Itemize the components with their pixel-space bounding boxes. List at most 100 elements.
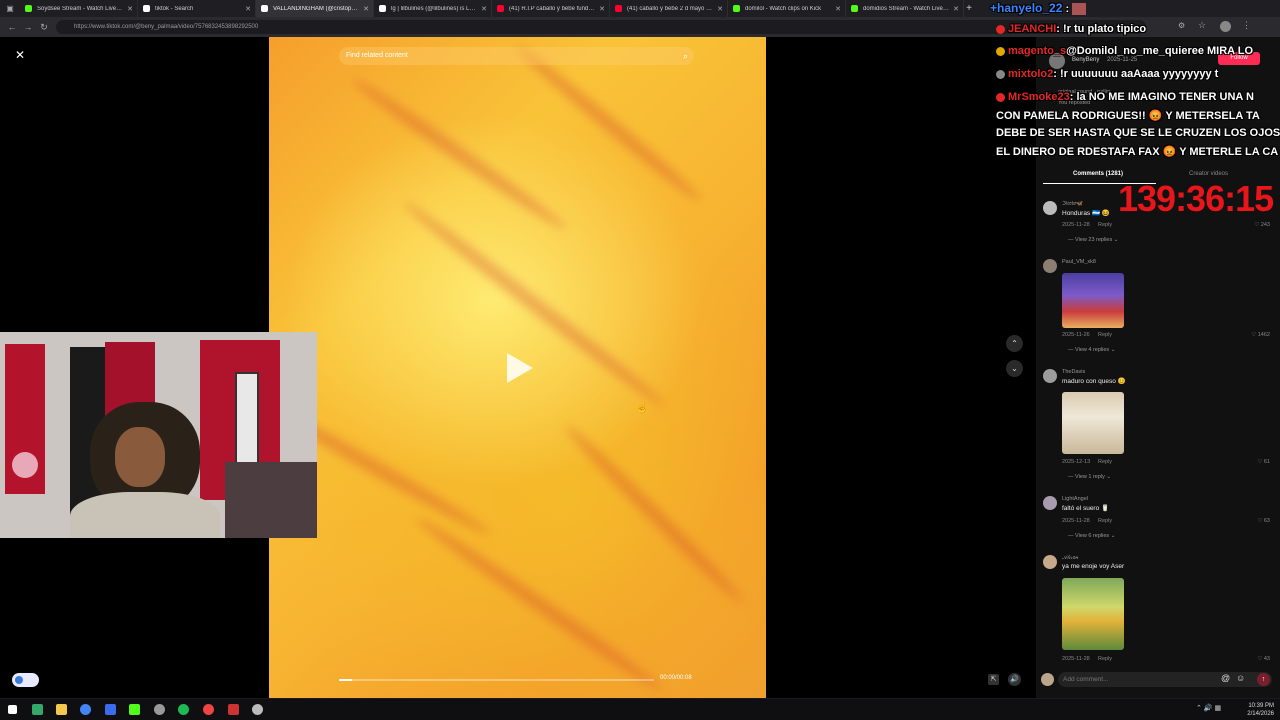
- start-icon[interactable]: [8, 705, 17, 714]
- url-field[interactable]: https://www.tiktok.com/@beny_palmaa/vide…: [56, 20, 1146, 34]
- taskbar-clock[interactable]: 10:39 PM 2/14/2026: [1247, 702, 1274, 718]
- tab-title: domilol - Watch clips on Kick: [745, 5, 822, 12]
- search-icon[interactable]: ⌕: [683, 47, 688, 65]
- browser-tab-active[interactable]: VALLANDINGHAM (@cristopher...) ✕: [256, 0, 374, 17]
- app-icon[interactable]: [228, 704, 239, 715]
- close-tab-icon[interactable]: ✕: [717, 5, 723, 13]
- browser-tab[interactable]: domidios Stream - Watch Live on ✕: [846, 0, 964, 17]
- comment-image[interactable]: [1062, 273, 1124, 328]
- app-icon[interactable]: [154, 704, 165, 715]
- scroll-top-icon[interactable]: ⇱: [988, 674, 999, 685]
- like-count-value: 61: [1263, 459, 1270, 465]
- close-tab-icon[interactable]: ✕: [953, 5, 959, 13]
- like-count[interactable]: ♡ 243: [1254, 222, 1270, 228]
- like-count[interactable]: ♡ 63: [1257, 518, 1270, 524]
- close-tab-icon[interactable]: ✕: [363, 5, 369, 13]
- avatar[interactable]: [1043, 496, 1057, 510]
- video-texture: [399, 196, 669, 412]
- close-tab-icon[interactable]: ✕: [127, 5, 133, 13]
- clock-time: 10:39 PM: [1248, 703, 1274, 709]
- autoscroll-toggle[interactable]: [12, 673, 39, 687]
- browser-tab[interactable]: tiktok - Search ✕: [138, 0, 256, 17]
- tray-icons[interactable]: ⌃ 🔊 ▦: [1196, 704, 1221, 712]
- send-icon[interactable]: ↑: [1257, 673, 1270, 686]
- tab-comments[interactable]: Comments (1281): [1073, 171, 1123, 177]
- video-texture: [512, 41, 706, 207]
- view-replies-link[interactable]: — View 4 replies ⌄: [1068, 347, 1115, 353]
- comment-image[interactable]: [1062, 392, 1124, 454]
- app-icon[interactable]: [252, 704, 263, 715]
- crown-badge-icon: [996, 46, 1005, 56]
- tiktok-icon: [379, 5, 386, 12]
- browser-tab[interactable]: lg | lilbulines (@lilbulines) is LIVE ✕: [374, 0, 492, 17]
- badge-icon: [996, 24, 1005, 34]
- view-replies-link[interactable]: — View 1 reply ⌄: [1068, 474, 1111, 480]
- app-icon[interactable]: [105, 704, 116, 715]
- comment-username[interactable]: Paul_VM_xk8: [1062, 259, 1096, 265]
- avatar[interactable]: [1043, 259, 1057, 273]
- reply-link[interactable]: Reply: [1098, 518, 1112, 524]
- reply-link[interactable]: Reply: [1098, 656, 1112, 662]
- view-replies-link[interactable]: — View 23 replies ⌄: [1068, 237, 1118, 243]
- comment-image[interactable]: [1062, 578, 1124, 650]
- video-texture: [560, 420, 748, 608]
- browser-tab[interactable]: domilol - Watch clips on Kick ✕: [728, 0, 846, 17]
- like-count[interactable]: ♡ 61: [1257, 459, 1270, 465]
- browser-tab[interactable]: (41) caballo y bebe 2 d mayo - Yo ✕: [610, 0, 728, 17]
- chat-top-username: hanyelo_22: [997, 1, 1063, 15]
- related-content-search-input[interactable]: Find related content ⌕: [339, 47, 694, 65]
- comment-username[interactable]: 𝒜𝓁𝒾𝓈𝑜𝓃: [1062, 555, 1079, 562]
- view-replies-label: View 23 replies: [1075, 237, 1113, 243]
- webcam-fan: [12, 452, 38, 478]
- reply-link[interactable]: Reply: [1098, 332, 1112, 338]
- comment-username[interactable]: TheDavis: [1062, 369, 1085, 375]
- reply-link[interactable]: Reply: [1098, 459, 1112, 465]
- kick-icon[interactable]: [129, 704, 140, 715]
- chat-username: JEANCHI: [1008, 23, 1057, 35]
- close-tab-icon[interactable]: ✕: [599, 5, 605, 13]
- avatar[interactable]: [1043, 369, 1057, 383]
- chevron-up-icon[interactable]: ⌃: [1006, 335, 1023, 352]
- reload-icon[interactable]: ↻: [36, 22, 52, 33]
- obs-icon[interactable]: [203, 704, 214, 715]
- chevron-down-icon[interactable]: ⌄: [1006, 360, 1023, 377]
- play-icon[interactable]: [507, 353, 533, 383]
- new-tab-button[interactable]: +: [964, 3, 974, 14]
- spotify-icon[interactable]: [178, 704, 189, 715]
- reply-link[interactable]: Reply: [1098, 222, 1112, 228]
- close-tab-icon[interactable]: ✕: [835, 5, 841, 13]
- browser-tab[interactable]: Soydsee Stream - Watch Live on Kick ✕: [20, 0, 138, 17]
- close-icon[interactable]: ✕: [12, 47, 28, 63]
- at-icon[interactable]: @: [1221, 673, 1230, 683]
- browser-tab[interactable]: (41) R.I.P caballo y bebe fundando ✕: [492, 0, 610, 17]
- folder-icon[interactable]: [56, 704, 67, 715]
- volume-icon[interactable]: 🔊: [1008, 673, 1021, 686]
- video-progress-bar[interactable]: [339, 679, 654, 681]
- tab-title: (41) caballo y bebe 2 d mayo - Yo: [627, 5, 713, 12]
- comment-date: 2025-11-28: [1062, 656, 1090, 662]
- like-count[interactable]: ♡ 43: [1257, 656, 1270, 662]
- badge-icon: [996, 69, 1005, 79]
- emoji-icon[interactable]: ☺: [1236, 673, 1245, 683]
- view-replies-link[interactable]: — View 6 replies ⌄: [1068, 533, 1115, 539]
- avatar[interactable]: [1043, 201, 1057, 215]
- app-icon[interactable]: [32, 704, 43, 715]
- tiktok-icon: [261, 5, 268, 12]
- close-tab-icon[interactable]: ✕: [245, 5, 251, 13]
- user-avatar[interactable]: [1041, 673, 1054, 686]
- tab-title: VALLANDINGHAM (@cristopher...): [273, 5, 359, 12]
- avatar[interactable]: [1043, 555, 1057, 569]
- like-count[interactable]: ♡ 1462: [1251, 332, 1270, 338]
- window-menu-icon[interactable]: ▣: [0, 0, 20, 17]
- tab-creator-videos[interactable]: Creator videos: [1189, 171, 1228, 177]
- add-comment-placeholder: Add comment...: [1063, 676, 1109, 683]
- close-tab-icon[interactable]: ✕: [481, 5, 487, 13]
- comment-username[interactable]: LightAngel: [1062, 496, 1088, 502]
- comment-username[interactable]: ℑ𝔦𝔯𝔬𝔨𝔬🦋: [1062, 201, 1083, 208]
- chat-line: mixtolo2: !r uuuuuuu aaAaaa yyyyyyyy t: [996, 68, 1218, 80]
- chrome-icon[interactable]: [80, 704, 91, 715]
- back-arrow-icon[interactable]: ←: [4, 22, 20, 32]
- forward-arrow-icon[interactable]: →: [20, 22, 36, 32]
- tiktok-icon: [143, 5, 150, 12]
- like-count-value: 43: [1263, 656, 1270, 662]
